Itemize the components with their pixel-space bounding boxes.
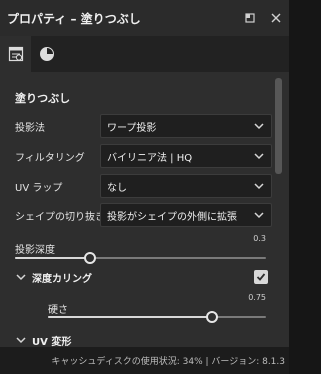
- chevron-down-icon: [254, 183, 264, 190]
- chevron-down-icon: [254, 153, 264, 160]
- chevron-down-icon: [16, 337, 26, 344]
- material-sphere-icon: [39, 47, 54, 61]
- projection-label: 投影法: [15, 122, 45, 134]
- shape-crop-select[interactable]: 投影がシェイプの外側に拡張: [100, 203, 272, 227]
- tab-properties[interactable]: [0, 36, 31, 72]
- projection-depth-fill: [15, 257, 91, 259]
- depth-culling-checkbox[interactable]: [254, 270, 268, 284]
- checkmark-icon: [256, 273, 266, 281]
- status-bar: キャッシュディスクの使用状況: 34% | バージョン: 8.1.3: [0, 347, 289, 374]
- window-title: プロパティ – 塗りつぶし: [7, 11, 141, 26]
- scrollbar-thumb[interactable]: [275, 78, 282, 174]
- hardness-slider[interactable]: [48, 311, 266, 323]
- filtering-row: フィルタリング バイリニア法 | HQ: [0, 143, 272, 169]
- projection-depth-value: 0.3: [253, 234, 266, 243]
- depth-culling-group[interactable]: 深度カリング: [0, 266, 272, 288]
- hardness-handle[interactable]: [205, 311, 218, 323]
- undock-button[interactable]: [237, 0, 263, 36]
- panel-scrollbar[interactable]: [274, 78, 283, 343]
- chevron-down-icon: [254, 123, 264, 130]
- projection-row: 投影法 ワープ投影: [0, 113, 272, 139]
- shape-crop-label: シェイプの切り抜き: [15, 211, 105, 223]
- uv-wrap-value: なし: [107, 182, 127, 194]
- projection-depth-control: 投影深度 0.3: [0, 232, 272, 266]
- uv-wrap-select[interactable]: なし: [100, 174, 272, 198]
- shape-crop-row: シェイプの切り抜き 投影がシェイプの外側に拡張: [0, 202, 272, 228]
- projection-depth-handle[interactable]: [84, 252, 97, 264]
- hardness-control: 硬さ 0.75: [0, 290, 272, 326]
- uv-transform-label: UV 変形: [32, 336, 72, 348]
- shape-crop-value: 投影がシェイプの外側に拡張: [107, 211, 237, 223]
- chevron-down-icon: [254, 212, 264, 219]
- adjacent-panel-edge: [289, 0, 321, 374]
- tab-material[interactable]: [31, 36, 62, 72]
- undock-icon: [245, 13, 255, 23]
- projection-select[interactable]: ワープ投影: [100, 114, 272, 138]
- filtering-select[interactable]: バイリニア法 | HQ: [100, 144, 272, 168]
- panel-tab-strip: [0, 36, 289, 72]
- filtering-label: フィルタリング: [15, 152, 85, 164]
- close-button[interactable]: [263, 0, 289, 36]
- filtering-value: バイリニア法 | HQ: [107, 152, 193, 164]
- hardness-value: 0.75: [248, 293, 266, 302]
- projection-depth-slider[interactable]: [15, 252, 266, 264]
- depth-culling-label: 深度カリング: [32, 273, 92, 285]
- window-title-bar: プロパティ – 塗りつぶし: [0, 0, 289, 36]
- chevron-down-icon: [16, 274, 26, 281]
- properties-panel: 塗りつぶし 投影法 ワープ投影 フィルタリング バイリニア法 | HQ UV ラ…: [0, 72, 289, 347]
- uv-wrap-row: UV ラップ なし: [0, 173, 272, 199]
- hardness-fill: [48, 316, 212, 318]
- hardness-label: 硬さ: [48, 305, 68, 316]
- uv-wrap-label: UV ラップ: [15, 182, 63, 194]
- section-title: 塗りつぶし: [15, 92, 71, 105]
- uv-transform-group[interactable]: UV 変形: [0, 329, 272, 347]
- projection-value: ワープ投影: [107, 122, 157, 134]
- close-icon: [271, 13, 281, 23]
- projection-depth-label: 投影深度: [15, 245, 55, 256]
- status-text: キャッシュディスクの使用状況: 34% | バージョン: 8.1.3: [51, 357, 285, 367]
- properties-panel-icon: [8, 46, 23, 62]
